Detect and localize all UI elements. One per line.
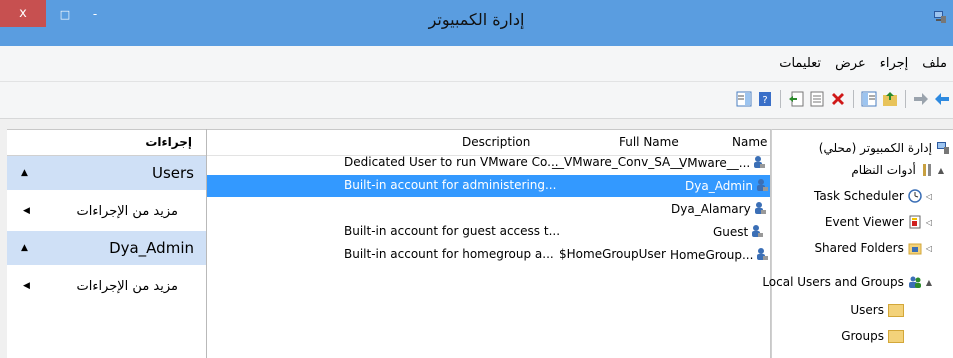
collapsed-arrow-icon[interactable]: ◁ — [926, 192, 932, 201]
users-group-icon — [908, 276, 921, 288]
user-name: Dya_Admin — [685, 179, 753, 193]
tree-users[interactable]: Users — [850, 303, 904, 317]
collapse-triangle-icon[interactable]: ▲ — [21, 243, 28, 253]
actions-section-title: Dya_Admin — [109, 239, 194, 257]
table-row[interactable]: Built-in account for homegroup a... $Hom… — [207, 244, 770, 266]
expanded-arrow-icon[interactable]: ▲ — [926, 278, 932, 287]
title-bar: x □ - إدارة الكمبيوتر — [0, 0, 953, 46]
submenu-arrow-icon: ◀ — [23, 281, 30, 291]
user-icon — [752, 225, 764, 237]
folder-icon — [888, 303, 904, 317]
tree-label: Event Viewer — [824, 215, 904, 229]
cell-name: Guest — [713, 224, 764, 239]
collapsed-arrow-icon[interactable]: ◁ — [926, 218, 932, 227]
toolbar-separator — [780, 90, 781, 108]
table-row[interactable]: Dedicated User to run VMware Co... __VMw… — [207, 152, 770, 174]
event-viewer-icon — [909, 215, 921, 229]
cell-full-name: $HomeGroupUser — [559, 247, 666, 261]
tree-system-tools[interactable]: أدوات النظام ▲ — [851, 163, 944, 177]
tree-groups[interactable]: Groups — [841, 329, 904, 343]
actions-pane: إجراءات ▲ Users ◀ مزيد من الإجراءات ▲ Dy… — [7, 129, 207, 358]
tree-label: Groups — [841, 329, 884, 343]
user-icon — [754, 156, 766, 168]
svg-text:?: ? — [762, 95, 767, 106]
user-name: Guest — [713, 225, 749, 239]
tools-icon — [922, 164, 931, 176]
submenu-arrow-icon: ◀ — [23, 206, 30, 216]
tree-label: أدوات النظام — [851, 163, 916, 177]
up-folder-icon[interactable] — [881, 90, 899, 108]
user-name: HomeGroup... — [670, 248, 754, 262]
user-name: VMware__... — [679, 156, 751, 170]
left-edge — [0, 129, 7, 358]
actions-header: إجراءات — [7, 129, 206, 156]
back-arrow-icon[interactable] — [933, 90, 951, 108]
window-title: إدارة الكمبيوتر — [428, 10, 525, 29]
menu-file[interactable]: ملف — [922, 56, 947, 71]
tree-label: Users — [850, 303, 884, 317]
user-icon — [757, 248, 769, 260]
more-actions-label: مزيد من الإجراءات — [76, 203, 178, 219]
console-tree: إدارة الكمبيوتر (محلي) أدوات النظام ▲ Ta… — [762, 129, 953, 358]
collapsed-arrow-icon[interactable]: ◁ — [926, 244, 932, 253]
tree-root[interactable]: إدارة الكمبيوتر (محلي) — [819, 141, 950, 155]
cell-full-name: __VMware_Conv_SA__ — [552, 155, 683, 169]
delete-icon[interactable] — [829, 90, 847, 108]
cell-name: Dya_Alamary — [671, 201, 767, 216]
cell-description: Dedicated User to run VMware Co... — [344, 155, 559, 169]
properties-icon[interactable] — [808, 90, 826, 108]
computer-management-icon — [937, 142, 949, 154]
toolbar: ? — [0, 82, 953, 119]
cell-name: VMware__... — [679, 155, 766, 170]
user-icon — [756, 179, 768, 191]
tree-label: إدارة الكمبيوتر (محلي) — [818, 141, 932, 155]
menu-view[interactable]: عرض — [835, 56, 866, 71]
menu-action[interactable]: إجراء — [880, 56, 909, 71]
table-row[interactable]: Built-in account for guest access t... G… — [207, 221, 770, 243]
users-list: Description Full Name Name Dedicated Use… — [207, 129, 770, 358]
tree-label: Shared Folders — [814, 241, 904, 255]
cell-description: Built-in account for guest access t... — [344, 224, 561, 238]
tree-shared-folders[interactable]: Shared Folders ◁ — [814, 241, 932, 255]
menu-help[interactable]: تعليمات — [779, 56, 821, 71]
export-list-icon[interactable] — [787, 90, 805, 108]
forward-arrow-icon[interactable] — [912, 90, 930, 108]
tree-label: Task Scheduler — [814, 189, 904, 203]
tree-label: Local Users and Groups — [762, 275, 904, 289]
help-icon[interactable]: ? — [756, 90, 774, 108]
menu-bar: ملف إجراء عرض تعليمات — [0, 46, 953, 82]
actions-section-dya-admin[interactable]: ▲ Dya_Admin — [7, 231, 206, 266]
shared-folder-icon — [908, 243, 922, 255]
actions-section-title: Users — [151, 164, 194, 182]
more-actions-dya-admin[interactable]: ◀ مزيد من الإجراءات — [7, 266, 206, 306]
table-row[interactable]: Dya_Alamary — [207, 198, 770, 220]
column-header-full-name[interactable]: Full Name — [619, 135, 679, 149]
action-pane-icon[interactable] — [735, 90, 753, 108]
toolbar-separator — [853, 90, 854, 108]
collapse-triangle-icon[interactable]: ▲ — [21, 168, 28, 178]
cell-name: Dya_Admin — [685, 178, 769, 193]
clock-icon — [908, 189, 922, 203]
more-actions-label: مزيد من الإجراءات — [76, 278, 178, 294]
user-icon — [754, 202, 766, 214]
actions-section-users[interactable]: ▲ Users — [7, 156, 206, 191]
folder-icon — [888, 329, 904, 343]
computer-management-icon — [934, 11, 946, 23]
more-actions-users[interactable]: ◀ مزيد من الإجراءات — [7, 191, 206, 231]
user-name: Dya_Alamary — [671, 202, 751, 216]
cell-description: Built-in account for homegroup a... — [344, 247, 554, 261]
expanded-arrow-icon[interactable]: ▲ — [938, 166, 944, 175]
tree-event-viewer[interactable]: Event Viewer ◁ — [825, 215, 932, 229]
column-header-name[interactable]: Name — [732, 135, 767, 149]
tree-local-users-groups[interactable]: Local Users and Groups ▲ — [762, 275, 932, 289]
column-header-description[interactable]: Description — [462, 135, 530, 149]
show-tree-icon[interactable] — [860, 90, 878, 108]
cell-description: Built-in account for administering... — [344, 178, 557, 192]
toolbar-separator — [905, 90, 906, 108]
tree-task-scheduler[interactable]: Task Scheduler ◁ — [814, 189, 932, 203]
cell-name: HomeGroup... — [670, 247, 769, 262]
table-row-selected[interactable]: Built-in account for administering... Dy… — [207, 175, 770, 197]
